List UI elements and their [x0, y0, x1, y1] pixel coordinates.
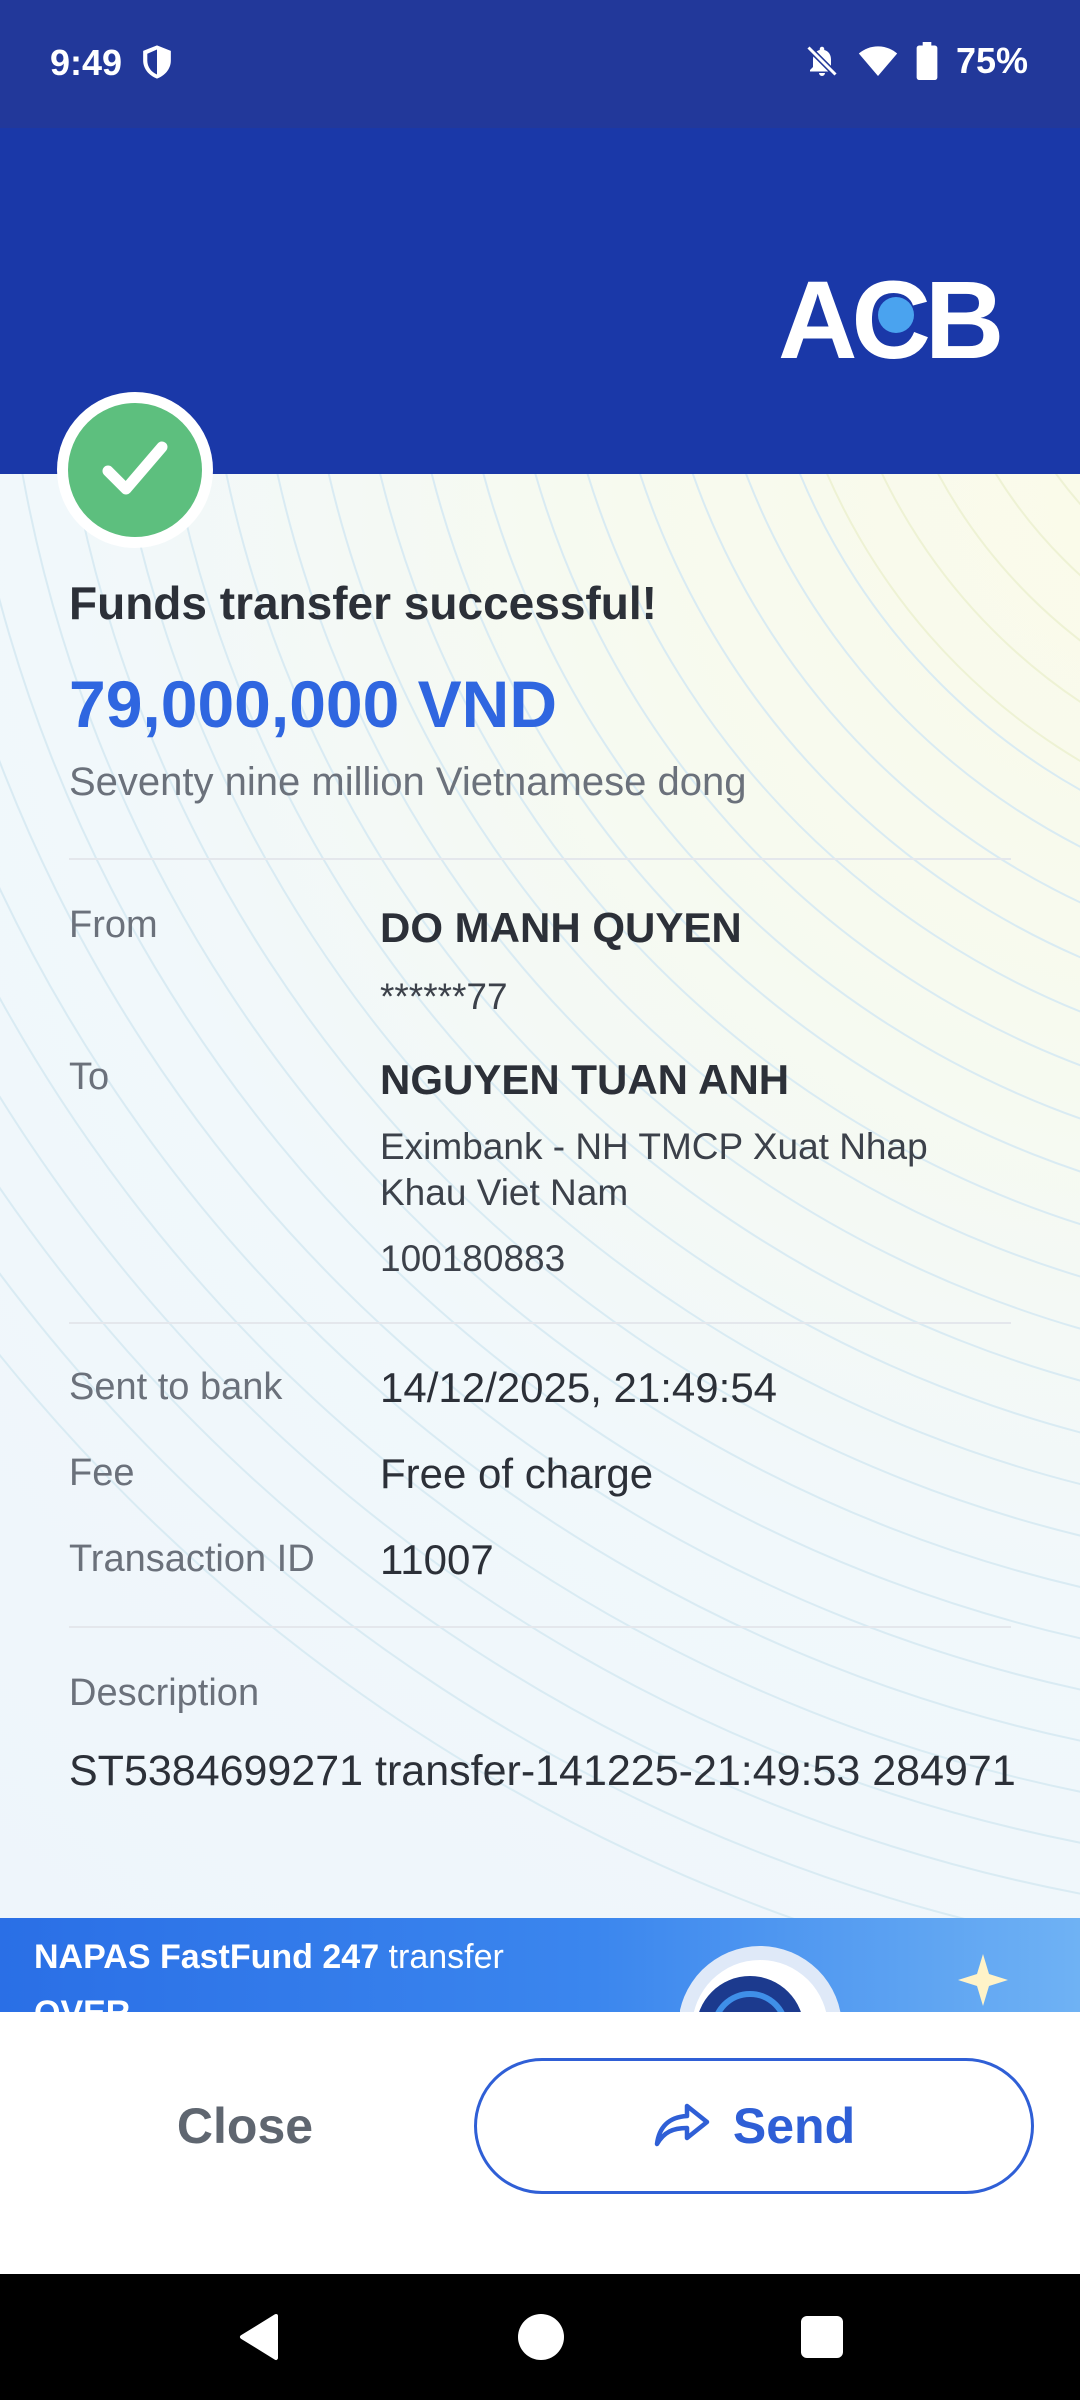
promo-illustration: [680, 1946, 1008, 2012]
amount-in-words: Seventy nine million Vietnamese dong: [69, 760, 747, 804]
sender-name: DO MANH QUYEN: [380, 904, 742, 951]
close-button[interactable]: Close: [100, 2058, 390, 2194]
battery-level: 75%: [955, 40, 1028, 81]
notifications-off-icon: [806, 45, 838, 77]
recents-icon[interactable]: [801, 2316, 843, 2358]
promo-banner[interactable]: NAPAS FastFund 247 transfer OVER: [0, 1918, 1080, 2012]
action-bar: Close Send: [0, 2012, 1080, 2274]
promo-text: NAPAS FastFund 247 transfer: [34, 1938, 504, 1976]
shield-icon: [143, 45, 171, 79]
recipient-account: 100180883: [380, 1238, 566, 1279]
transfer-amount: 79,000,000 VND: [69, 667, 558, 741]
description-label: Description: [69, 1672, 260, 1714]
status-icons: 75%: [804, 40, 1028, 82]
wifi-icon: [858, 46, 898, 76]
promo-text-line2: OVER: [34, 1994, 130, 2012]
system-nav-bar: [0, 2274, 1080, 2400]
send-button-label: Send: [732, 2098, 856, 2154]
from-label: From: [69, 904, 158, 946]
status-bar: 9:49 75%: [0, 0, 1080, 128]
sent-to-bank-label: Sent to bank: [69, 1366, 283, 1408]
success-check-icon: [68, 403, 202, 537]
result-title: Funds transfer successful!: [69, 577, 657, 629]
back-icon[interactable]: [236, 2312, 280, 2362]
transaction-id-value: 11007: [380, 1536, 494, 1583]
divider: [69, 1626, 1011, 1628]
divider: [69, 858, 1011, 860]
description-value: ST5384699271 transfer-141225-21:49:53 28…: [69, 1747, 1016, 1795]
recipient-name: NGUYEN TUAN ANH: [380, 1056, 790, 1103]
sender-account: ******77: [380, 976, 508, 1017]
fee-value: Free of charge: [380, 1450, 654, 1497]
divider: [69, 1322, 1011, 1324]
share-arrow-icon: [654, 2103, 710, 2147]
status-time: 9:49: [50, 42, 123, 83]
send-button[interactable]: Send: [474, 2058, 1034, 2194]
fee-label: Fee: [69, 1452, 135, 1494]
battery-icon: [916, 42, 938, 80]
acb-logo: ACB: [778, 268, 1006, 368]
transaction-id-label: Transaction ID: [69, 1538, 315, 1580]
sent-to-bank-value: 14/12/2025, 21:49:54: [380, 1364, 778, 1411]
home-icon[interactable]: [518, 2314, 564, 2360]
recipient-bank: Eximbank - NH TMCP Xuat Nhap Khau Viet N…: [380, 1126, 928, 1213]
to-label: To: [69, 1056, 110, 1098]
